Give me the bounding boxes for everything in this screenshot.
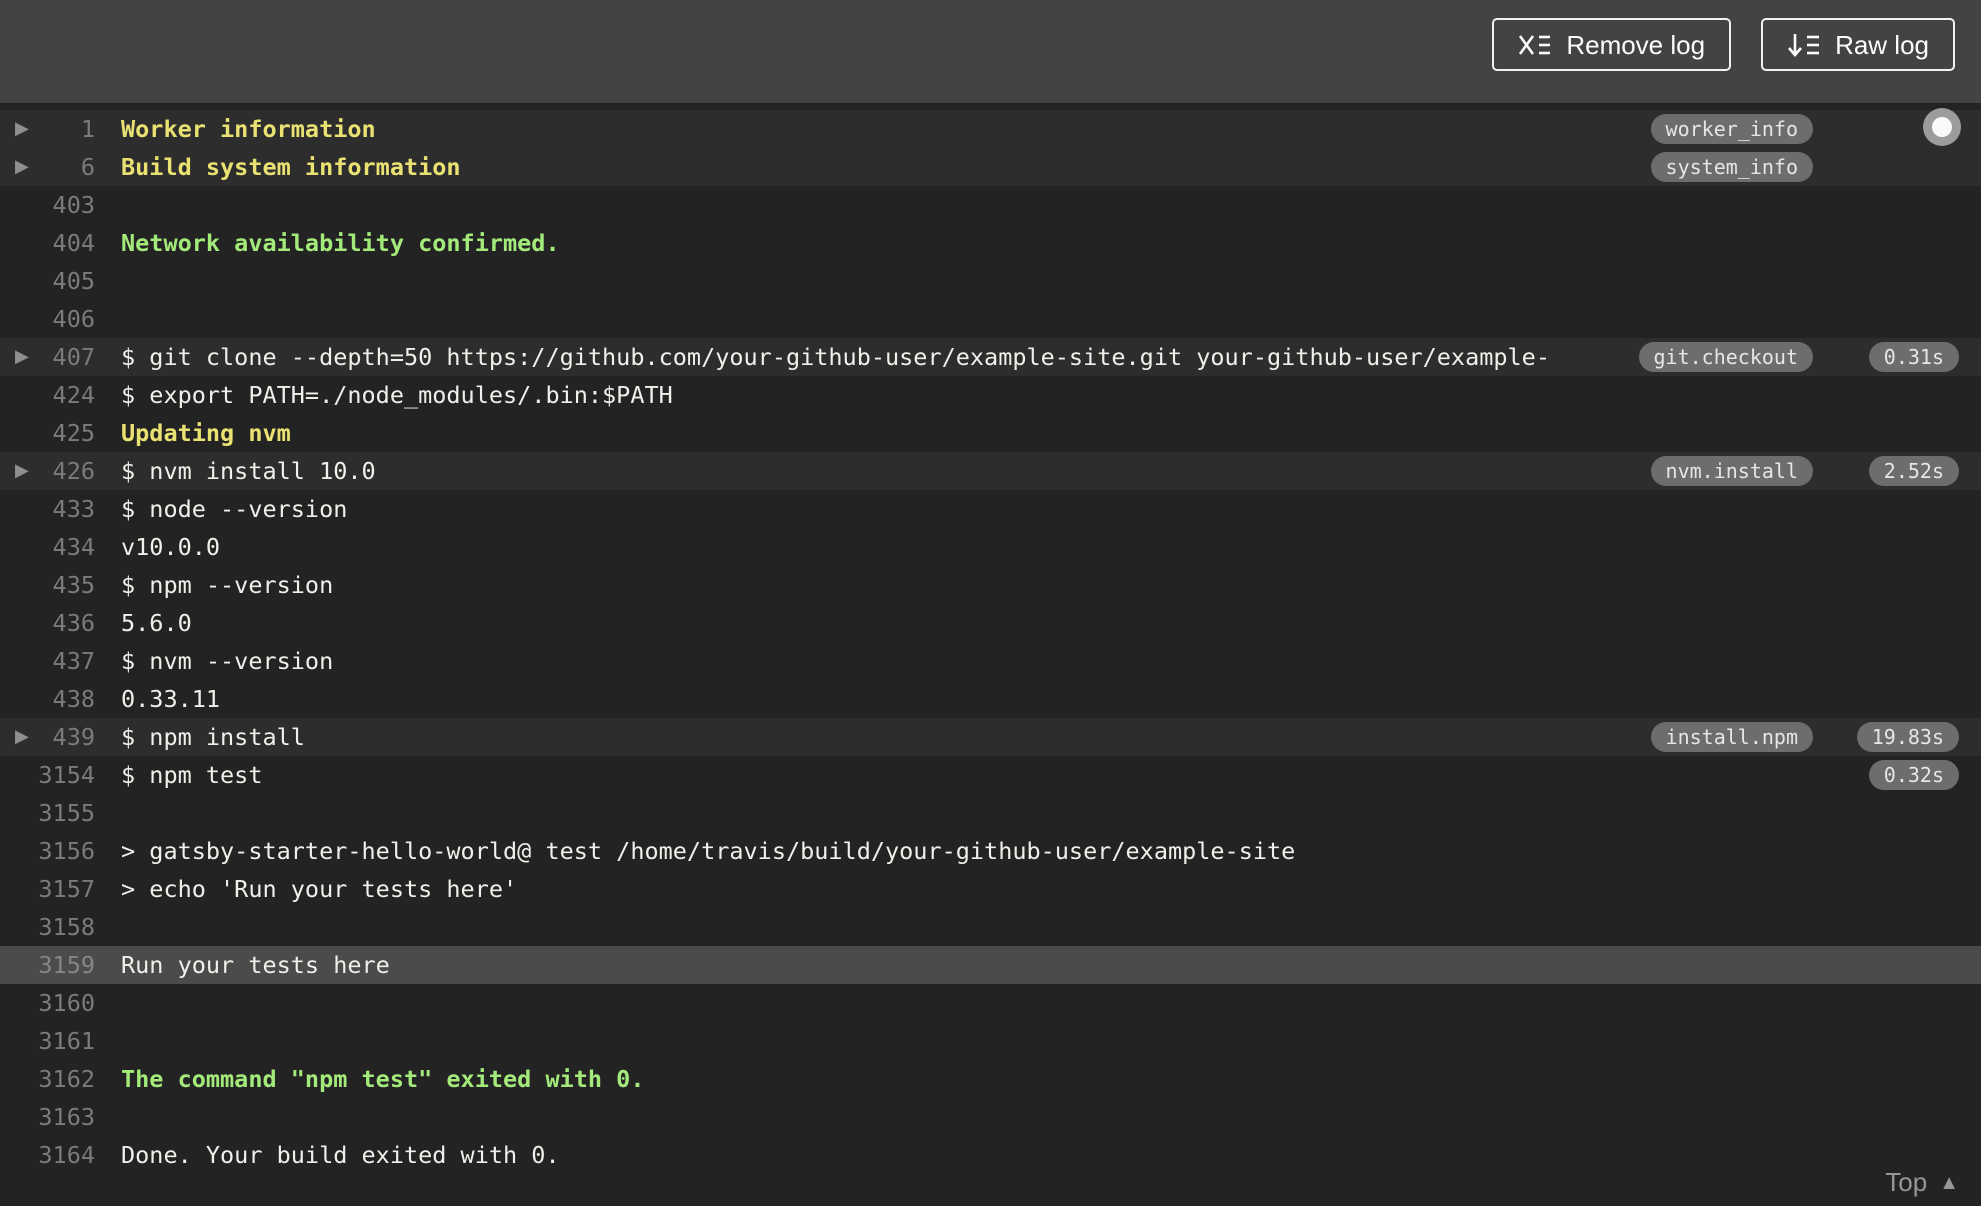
log-line-text: Run your tests here: [121, 951, 390, 979]
raw-log-icon: [1787, 31, 1821, 59]
log-row[interactable]: 435 $ npm --version: [0, 566, 1981, 604]
log-row[interactable]: 3161: [0, 1022, 1981, 1060]
line-number[interactable]: 3158: [0, 908, 95, 946]
log-row[interactable]: 403: [0, 186, 1981, 224]
log-row[interactable]: ▶ 426 $ nvm install 10.0 nvm.install 2.5…: [0, 452, 1981, 490]
build-log: ▶ 1 Worker information worker_info ▶ 6 B…: [0, 103, 1981, 1206]
line-number[interactable]: 437: [0, 642, 95, 680]
log-row[interactable]: 3156 > gatsby-starter-hello-world@ test …: [0, 832, 1981, 870]
log-toolbar: Remove log Raw log: [0, 0, 1981, 103]
log-row[interactable]: 437 $ nvm --version: [0, 642, 1981, 680]
duration-badge: 2.52s: [1868, 456, 1959, 486]
log-row[interactable]: 3158: [0, 908, 1981, 946]
log-line-text: $ git clone --depth=50 https://github.co…: [121, 343, 1550, 371]
line-number[interactable]: 436: [0, 604, 95, 642]
log-line-text: Worker information: [121, 115, 376, 143]
log-line-text: Network availability confirmed.: [121, 229, 560, 257]
log-row[interactable]: ▶ 1 Worker information worker_info: [0, 110, 1981, 148]
line-number[interactable]: 425: [0, 414, 95, 452]
log-rows: ▶ 1 Worker information worker_info ▶ 6 B…: [0, 110, 1981, 1174]
line-number[interactable]: 404: [0, 224, 95, 262]
log-row[interactable]: 3163: [0, 1098, 1981, 1136]
fold-name-badge: git.checkout: [1638, 342, 1813, 372]
log-row[interactable]: ▶ 439 $ npm install install.npm 19.83s: [0, 718, 1981, 756]
line-number[interactable]: 3159: [0, 946, 95, 984]
raw-log-button[interactable]: Raw log: [1761, 18, 1955, 71]
log-row[interactable]: 425 Updating nvm: [0, 414, 1981, 452]
log-line-text: $ npm test: [121, 761, 263, 789]
log-line-text: 5.6.0: [121, 609, 192, 637]
line-number[interactable]: 1: [0, 110, 95, 148]
line-number[interactable]: 6: [0, 148, 95, 186]
line-number[interactable]: 406: [0, 300, 95, 338]
duration-badge: 0.32s: [1868, 760, 1959, 790]
log-row[interactable]: ▶ 6 Build system information system_info: [0, 148, 1981, 186]
duration-badge: 19.83s: [1856, 722, 1959, 752]
log-line-text: $ nvm --version: [121, 647, 334, 675]
log-row[interactable]: 433 $ node --version: [0, 490, 1981, 528]
log-row[interactable]: 3162 The command "npm test" exited with …: [0, 1060, 1981, 1098]
back-to-top-link[interactable]: Top ▲: [1885, 1167, 1959, 1198]
log-row[interactable]: 424 $ export PATH=./node_modules/.bin:$P…: [0, 376, 1981, 414]
log-line-text: Build system information: [121, 153, 461, 181]
line-number[interactable]: 3155: [0, 794, 95, 832]
log-line-text: $ export PATH=./node_modules/.bin:$PATH: [121, 381, 673, 409]
log-line-text: The command "npm test" exited with 0.: [121, 1065, 645, 1093]
log-row[interactable]: 3164 Done. Your build exited with 0.: [0, 1136, 1981, 1174]
fold-name-badge: install.npm: [1650, 722, 1813, 752]
log-row[interactable]: 3155: [0, 794, 1981, 832]
remove-log-icon: [1518, 31, 1552, 59]
log-row[interactable]: 434 v10.0.0: [0, 528, 1981, 566]
fold-name-badge: worker_info: [1650, 114, 1813, 144]
log-line-text: $ npm install: [121, 723, 305, 751]
log-row[interactable]: 3154 $ npm test 0.32s: [0, 756, 1981, 794]
log-row[interactable]: 404 Network availability confirmed.: [0, 224, 1981, 262]
log-line-text: > echo 'Run your tests here': [121, 875, 518, 903]
line-number[interactable]: 3156: [0, 832, 95, 870]
line-number[interactable]: 424: [0, 376, 95, 414]
caret-up-icon: ▲: [1939, 1171, 1959, 1194]
line-number[interactable]: 426: [0, 452, 95, 490]
log-row[interactable]: 3159 Run your tests here: [0, 946, 1981, 984]
scroll-indicator-dot: [1932, 117, 1952, 137]
log-row[interactable]: 3160: [0, 984, 1981, 1022]
duration-badge: 0.31s: [1868, 342, 1959, 372]
log-line-text: v10.0.0: [121, 533, 221, 561]
log-row[interactable]: 438 0.33.11: [0, 680, 1981, 718]
log-line-text: 0.33.11: [121, 685, 221, 713]
line-number[interactable]: 3154: [0, 756, 95, 794]
line-number[interactable]: 3161: [0, 1022, 95, 1060]
log-row[interactable]: 406: [0, 300, 1981, 338]
line-number[interactable]: 435: [0, 566, 95, 604]
log-line-text: $ npm --version: [121, 571, 334, 599]
log-line-text: Updating nvm: [121, 419, 291, 447]
remove-log-label: Remove log: [1566, 29, 1706, 60]
line-number[interactable]: 407: [0, 338, 95, 376]
log-line-text: Done. Your build exited with 0.: [121, 1141, 560, 1169]
line-number[interactable]: 433: [0, 490, 95, 528]
log-row[interactable]: ▶ 407 $ git clone --depth=50 https://git…: [0, 338, 1981, 376]
log-row[interactable]: 3157 > echo 'Run your tests here': [0, 870, 1981, 908]
top-label: Top: [1885, 1167, 1928, 1197]
line-number[interactable]: 438: [0, 680, 95, 718]
log-line-text: $ node --version: [121, 495, 348, 523]
line-number[interactable]: 3164: [0, 1136, 95, 1174]
log-line-text: $ nvm install 10.0: [121, 457, 376, 485]
fold-name-badge: system_info: [1650, 152, 1813, 182]
scroll-indicator[interactable]: [1923, 108, 1961, 146]
line-number[interactable]: 3157: [0, 870, 95, 908]
line-number[interactable]: 405: [0, 262, 95, 300]
line-number[interactable]: 403: [0, 186, 95, 224]
log-row[interactable]: 436 5.6.0: [0, 604, 1981, 642]
log-line-text: > gatsby-starter-hello-world@ test /home…: [121, 837, 1296, 865]
line-number[interactable]: 3162: [0, 1060, 95, 1098]
line-number[interactable]: 3163: [0, 1098, 95, 1136]
remove-log-button[interactable]: Remove log: [1492, 18, 1732, 71]
raw-log-label: Raw log: [1835, 29, 1929, 60]
log-row[interactable]: 405: [0, 262, 1981, 300]
line-number[interactable]: 434: [0, 528, 95, 566]
line-number[interactable]: 3160: [0, 984, 95, 1022]
fold-name-badge: nvm.install: [1650, 456, 1813, 486]
line-number[interactable]: 439: [0, 718, 95, 756]
